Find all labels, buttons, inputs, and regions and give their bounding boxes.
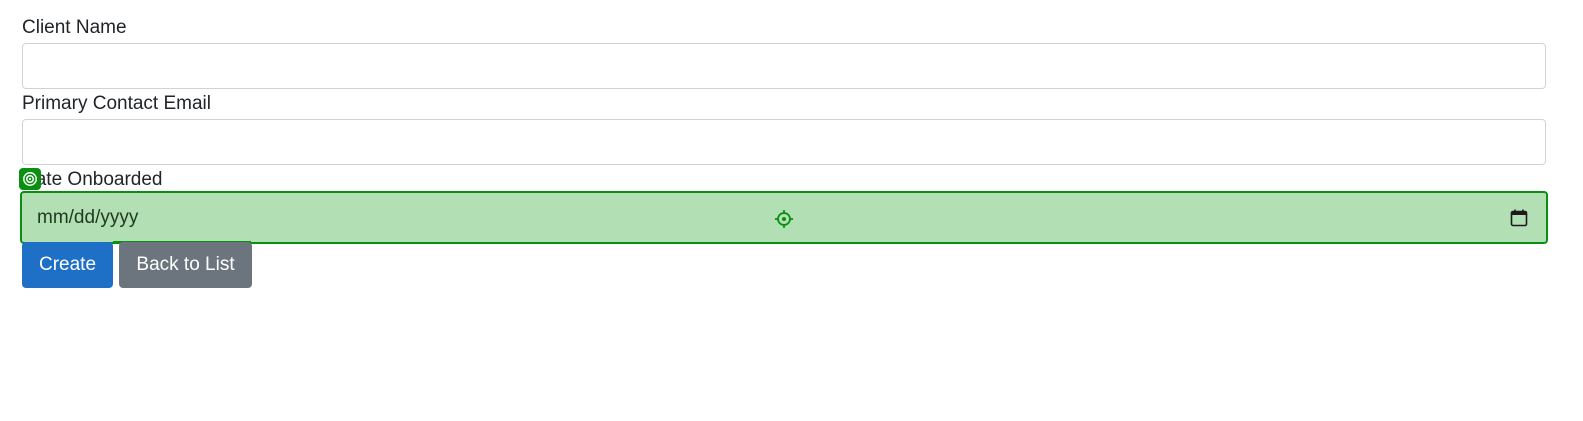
back-to-list-button[interactable]: Back to List xyxy=(119,242,252,288)
primary-contact-email-input[interactable] xyxy=(22,119,1546,165)
date-placeholder: mm/dd/yyyy xyxy=(37,207,139,228)
calendar-icon[interactable] xyxy=(1510,209,1528,227)
target-icon xyxy=(19,168,41,190)
client-name-label: Client Name xyxy=(22,17,127,38)
date-onboarded-label: Date Onboarded xyxy=(22,169,163,190)
create-button[interactable]: Create xyxy=(22,242,113,288)
date-onboarded-input[interactable]: mm/dd/yyyy xyxy=(20,191,1548,244)
primary-contact-email-label: Primary Contact Email xyxy=(22,93,211,114)
crosshair-icon xyxy=(774,209,794,229)
client-name-input[interactable] xyxy=(22,43,1546,89)
